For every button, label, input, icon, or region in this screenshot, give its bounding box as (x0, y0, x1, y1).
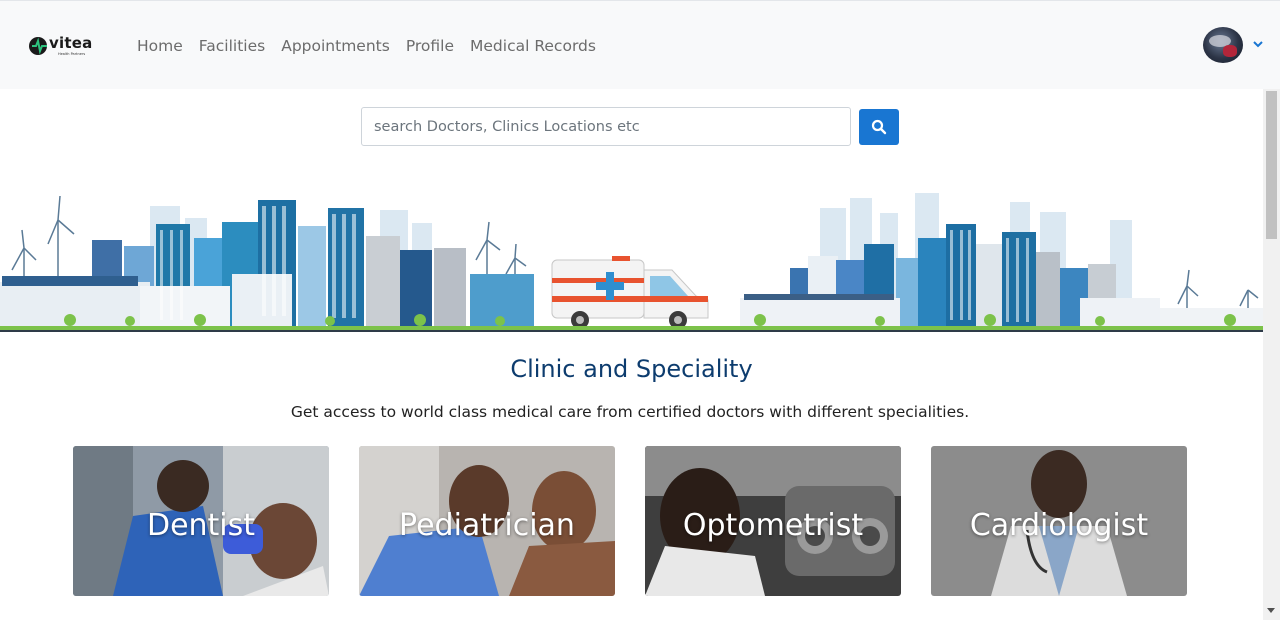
section-title: Clinic and Speciality (510, 355, 753, 383)
brand-name: vitea (49, 34, 93, 52)
nav-appointments[interactable]: Appointments (281, 35, 390, 57)
speciality-label: Optometrist (682, 508, 864, 543)
nav-profile[interactable]: Profile (406, 35, 454, 57)
city-banner-illustration (0, 178, 1263, 332)
nav-facilities[interactable]: Facilities (199, 35, 265, 57)
search-button[interactable] (859, 109, 899, 145)
top-navbar: vitea Health Partners Home Facilities Ap… (0, 0, 1280, 89)
page-scrollbar[interactable] (1263, 89, 1280, 620)
logo-mark-icon (29, 37, 47, 55)
user-avatar[interactable] (1203, 27, 1243, 63)
speciality-label: Pediatrician (399, 508, 575, 543)
search-icon (871, 119, 887, 135)
nav-medical-records[interactable]: Medical Records (470, 35, 596, 57)
brand-tagline: Health Partners (58, 52, 86, 56)
nav-home[interactable]: Home (137, 35, 183, 57)
scrollbar-thumb[interactable] (1266, 91, 1277, 239)
speciality-card-pediatrician[interactable]: Pediatrician (359, 446, 615, 596)
speciality-card-cardiologist[interactable]: Cardiologist (931, 446, 1187, 596)
section-subtitle: Get access to world class medical care f… (290, 403, 970, 421)
brand-logo[interactable]: vitea Health Partners (28, 34, 100, 60)
chevron-down-icon[interactable] (1251, 38, 1265, 50)
scroll-down-arrow-icon[interactable] (1267, 608, 1275, 613)
speciality-label: Cardiologist (969, 508, 1149, 543)
main-nav: Home Facilities Appointments Profile Med… (137, 35, 612, 57)
speciality-card-optometrist[interactable]: Optometrist (645, 446, 901, 596)
search-input[interactable] (361, 107, 851, 146)
speciality-label: Dentist (146, 508, 256, 543)
speciality-card-dentist[interactable]: Dentist (73, 446, 329, 596)
